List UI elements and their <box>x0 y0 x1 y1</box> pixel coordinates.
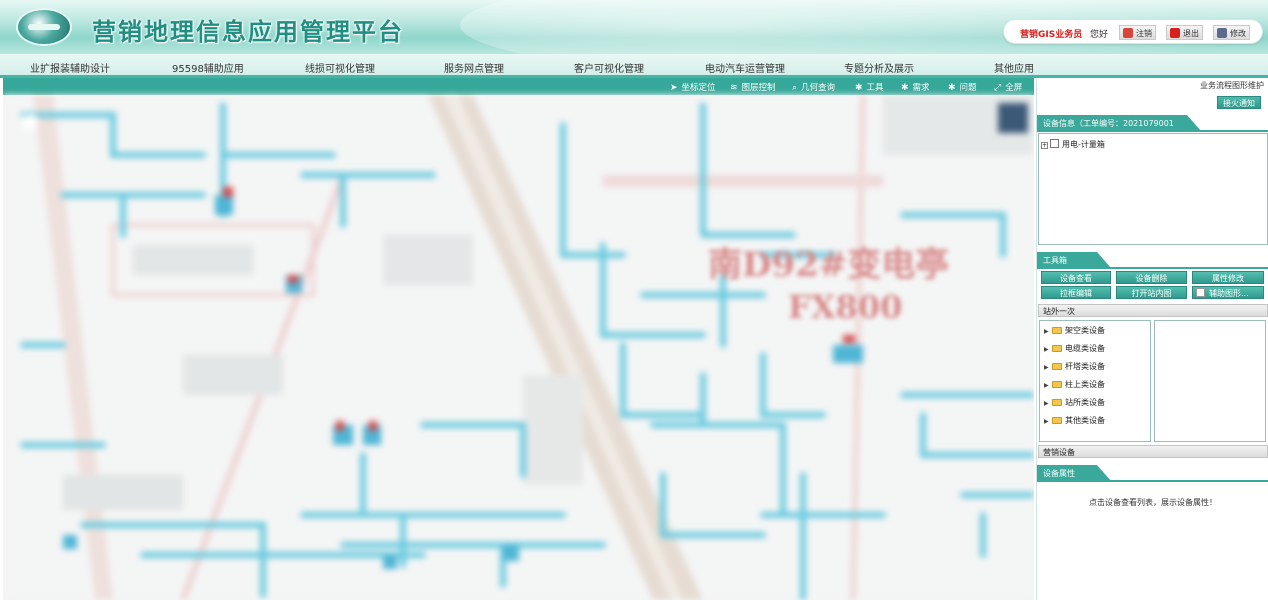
aux-graphics-button[interactable]: 辅助图形... <box>1192 286 1264 299</box>
equipment-list-pane <box>1154 320 1266 442</box>
tool-requirements[interactable]: ✱ 需求 <box>901 81 930 93</box>
nav-item-business-expansion[interactable]: 业扩报装辅助设计 <box>30 60 110 75</box>
tree-item-meter-box[interactable]: + 用电-计量箱 <box>1041 139 1105 150</box>
tool-coordinate-locate[interactable]: ➤ 坐标定位 <box>670 81 716 93</box>
tool-issues[interactable]: ✱ 问题 <box>948 81 977 93</box>
document-icon <box>1196 288 1205 297</box>
nav-item-thematic-analysis[interactable]: 专题分析及展示 <box>844 60 914 75</box>
right-panel: 业务流程图形维护 接火通知 设备信息（工单编号：2021079001​65） +… <box>1036 78 1268 600</box>
map-toolbar: ➤ 坐标定位 ≋ 图层控制 ⌕ 几何查询 ✱ 工具 ✱ 需求 ✱ 问题 ⤢ 全屏 <box>3 78 1034 95</box>
expand-arrow-icon[interactable]: ▶ <box>1044 328 1050 335</box>
gear-icon: ✱ <box>901 83 909 93</box>
logout-icon <box>1123 28 1133 38</box>
gear-icon: ✱ <box>855 83 863 93</box>
tool-layer-control[interactable]: ≋ 图层控制 <box>730 81 776 93</box>
fullscreen-icon: ⤢ <box>994 83 1002 93</box>
map-panel: ➤坐标定位 ≋图层控制 ⌕几何查询 ✱工具 ✱需求 ✱问题 ⤢全屏 <box>3 78 1034 600</box>
category-pole-mounted[interactable]: ▶ 柱上类设备 <box>1044 379 1105 390</box>
edit-profile-button[interactable]: 修改 <box>1213 25 1250 40</box>
expand-arrow-icon[interactable]: ▶ <box>1044 382 1050 389</box>
map-label-code: FX800 <box>788 288 903 326</box>
open-station-diagram-button[interactable]: 打开站内图 <box>1116 286 1187 299</box>
category-other[interactable]: ▶ 其他类设备 <box>1044 415 1105 426</box>
expand-arrow-icon[interactable]: ▶ <box>1044 400 1050 407</box>
device-info-tree: + 用电-计量箱 <box>1038 133 1268 245</box>
exit-icon <box>1170 28 1180 38</box>
outside-station-header[interactable]: 站外一次 <box>1038 304 1268 317</box>
edit-icon <box>1217 28 1227 38</box>
gear-icon: ✱ <box>948 83 956 93</box>
expand-arrow-icon[interactable]: ▶ <box>1044 364 1050 371</box>
app-title: 营销地理信息应用管理平台 <box>92 17 404 46</box>
user-greeting: 您好 <box>1090 30 1109 40</box>
user-info-box: 营销GIS业务员 您好 注销 退出 修改 <box>1003 19 1263 44</box>
user-role: 营销GIS业务员 <box>1020 30 1083 40</box>
search-icon: ⌕ <box>792 83 798 93</box>
nav-item-line-loss[interactable]: 线损可视化管理 <box>305 60 375 75</box>
company-logo <box>16 8 72 46</box>
device-props-tab: 设备属性 <box>1037 465 1111 481</box>
map-label-substation: 南D92#变电亭 <box>708 245 950 285</box>
panel-title: 业务流程图形维护 <box>1200 81 1264 90</box>
nav-item-ev-operation[interactable]: 电动汽车运营管理 <box>705 60 785 75</box>
device-info-tab: 设备信息（工单编号：2021079001​65） <box>1037 115 1201 139</box>
folder-icon <box>1052 327 1062 334</box>
nav-item-customer-visual[interactable]: 客户可视化管理 <box>574 60 644 75</box>
nav-item-service-outlets[interactable]: 服务网点管理 <box>444 60 504 75</box>
equipment-category-tree: ▶ 架空类设备 ▶ 电缆类设备 ▶ 杆塔类设备 ▶ 柱上类设备 ▶ 站所类设备 ▶ 其他类设… <box>1039 320 1151 442</box>
edit-attributes-button[interactable]: 属性修改 <box>1192 271 1264 284</box>
header-bar: 营销地理信息应用管理平台 营销GIS业务员 您好 注销 退出 修改 <box>0 0 1268 54</box>
expand-arrow-icon[interactable]: ▶ <box>1044 418 1050 425</box>
layers-icon: ≋ <box>730 83 738 93</box>
marketing-devices-header[interactable]: 营销设备 <box>1038 445 1268 458</box>
tool-tools[interactable]: ✱ 工具 <box>855 81 884 93</box>
nav-item-other-apps[interactable]: 其他应用 <box>994 60 1034 75</box>
logout-button[interactable]: 注销 <box>1119 25 1156 40</box>
expand-arrow-icon[interactable]: ▶ <box>1044 346 1050 353</box>
exit-button[interactable]: 退出 <box>1166 25 1203 40</box>
map-canvas[interactable]: 南D92#变电亭 FX800 <box>3 94 1034 600</box>
tool-geometry-query[interactable]: ⌕ 几何查询 <box>792 81 835 93</box>
category-station[interactable]: ▶ 站所类设备 <box>1044 397 1105 408</box>
expand-icon[interactable]: + <box>1041 142 1048 149</box>
folder-icon <box>1052 381 1062 388</box>
checkbox-icon[interactable] <box>1050 139 1059 148</box>
main-nav: 业扩报装辅助设计 95598辅助应用 线损可视化管理 服务网点管理 客户可视化管… <box>0 54 1268 78</box>
folder-icon <box>1052 417 1062 424</box>
tool-fullscreen[interactable]: ⤢ 全屏 <box>994 81 1022 93</box>
delete-device-button[interactable]: 设备删除 <box>1116 271 1187 284</box>
folder-icon <box>1052 345 1062 352</box>
folder-icon <box>1052 399 1062 406</box>
box-edit-button[interactable]: 拉框编辑 <box>1041 286 1111 299</box>
device-props-hint: 点击设备查看列表，展示设备属性！ <box>1089 498 1217 507</box>
category-tower[interactable]: ▶ 杆塔类设备 <box>1044 361 1105 372</box>
category-overhead[interactable]: ▶ 架空类设备 <box>1044 325 1105 336</box>
category-cable[interactable]: ▶ 电缆类设备 <box>1044 343 1105 354</box>
view-device-button[interactable]: 设备查看 <box>1041 271 1111 284</box>
toolbox-tab: 工具箱 <box>1037 252 1111 268</box>
nav-item-95598[interactable]: 95598辅助应用 <box>172 60 244 75</box>
fire-notify-button[interactable]: 接火通知 <box>1217 96 1261 109</box>
folder-icon <box>1052 363 1062 370</box>
locate-icon: ➤ <box>670 83 678 93</box>
